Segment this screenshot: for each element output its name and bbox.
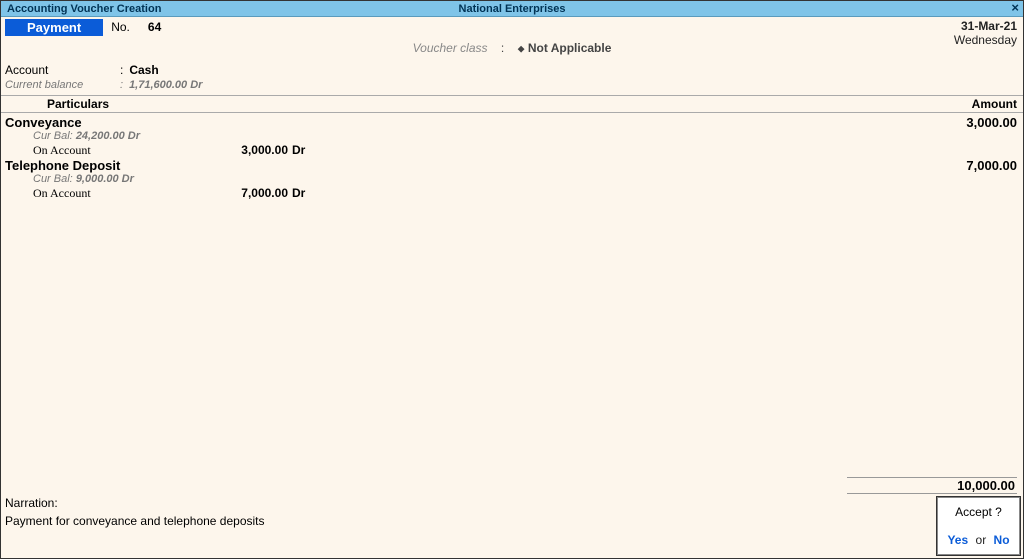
voucher-day: Wednesday [954,33,1017,47]
voucher-type-badge[interactable]: Payment [5,19,103,36]
accept-no-button[interactable]: No [994,533,1010,547]
on-account-label: On Account [33,186,208,201]
cur-bal-label: Cur Bal: [33,130,73,142]
accept-yes-button[interactable]: Yes [947,533,968,547]
ledger-amount[interactable]: 3,000.00 [907,115,1017,130]
ledger-entry: Telephone Deposit 7,000.00 Cur Bal: 9,00… [5,158,1017,201]
voucher-date[interactable]: 31-Mar-21 [954,19,1017,33]
accept-question: Accept ? [937,505,1020,519]
col-particulars: Particulars [7,97,917,111]
current-balance-value: 1,71,600.00 Dr [129,79,202,91]
app-title: Accounting Voucher Creation [1,3,161,15]
accept-or: or [976,533,987,547]
on-account-amount[interactable]: 7,000.00 [208,186,288,201]
close-icon[interactable]: × [1011,1,1019,15]
narration-text[interactable]: Payment for conveyance and telephone dep… [5,514,1019,528]
accept-dialog: Accept ? Yes or No [936,496,1021,556]
voucher-class-value[interactable]: Not Applicable [528,41,612,55]
voucher-class-sep: : [501,41,504,55]
current-balance-label: Current balance [5,79,120,91]
voucher-class-label: Voucher class [413,41,488,55]
on-account-label: On Account [33,143,208,158]
account-block: Account : Cash Current balance : 1,71,60… [1,57,1023,93]
col-amount: Amount [917,97,1017,111]
cur-bal-value: 24,200.00 Dr [76,130,140,142]
cur-bal-value: 9,000.00 Dr [76,173,134,185]
grid-header: Particulars Amount [1,95,1023,113]
narration-label: Narration: [5,496,1019,510]
company-name: National Enterprises [459,3,566,15]
ledger-name[interactable]: Telephone Deposit [5,158,907,173]
account-label: Account [5,63,120,77]
ledger-name[interactable]: Conveyance [5,115,907,130]
voucher-class: Voucher class : ◆ Not Applicable [413,41,612,55]
voucher-no-label: No. [111,19,130,34]
voucher-header: Payment No. 64 Voucher class : ◆ Not App… [1,17,1023,57]
date-block: 31-Mar-21 Wednesday [954,19,1017,47]
narration-block: Narration: Payment for conveyance and te… [1,496,1023,528]
entries-area: Conveyance 3,000.00 Cur Bal: 24,200.00 D… [1,113,1023,201]
title-bar: Accounting Voucher Creation National Ent… [1,1,1023,17]
on-account-drcr: Dr [292,186,305,201]
diamond-icon: ◆ [518,43,525,53]
ledger-amount[interactable]: 7,000.00 [907,158,1017,173]
cur-bal-label: Cur Bal: [33,173,73,185]
voucher-no-value[interactable]: 64 [148,19,161,34]
ledger-entry: Conveyance 3,000.00 Cur Bal: 24,200.00 D… [5,115,1017,158]
balance-colon: : [120,79,123,91]
on-account-drcr: Dr [292,143,305,158]
on-account-amount[interactable]: 3,000.00 [208,143,288,158]
total-amount: 10,000.00 [847,477,1017,494]
account-colon: : [120,63,123,77]
account-value[interactable]: Cash [129,63,158,77]
